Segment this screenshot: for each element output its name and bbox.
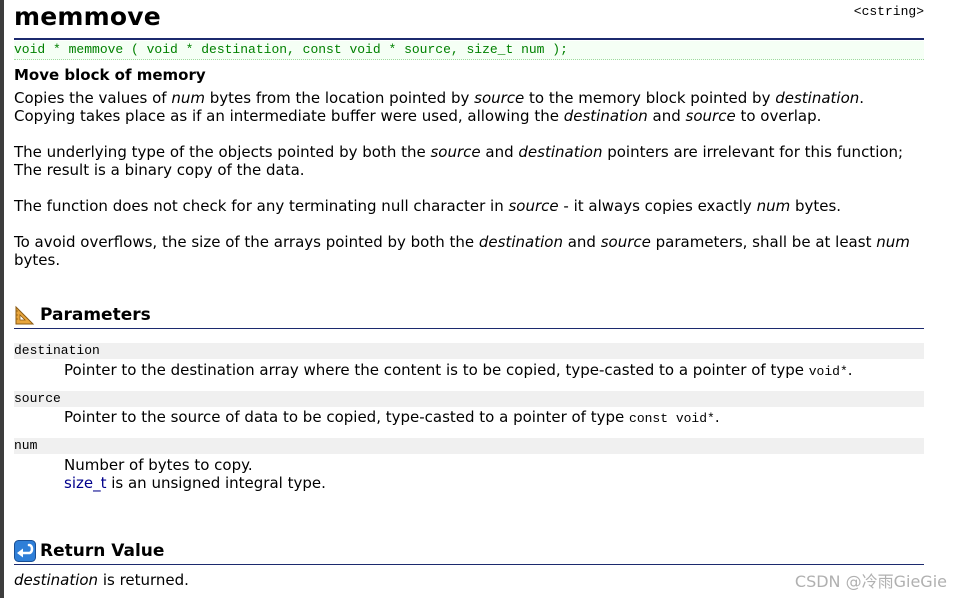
param-ref-source: source — [685, 107, 736, 125]
text: Pointer to the source of data to be copi… — [64, 408, 630, 426]
param-term-destination: destination — [14, 343, 924, 359]
return-value-heading: Return Value — [14, 540, 924, 565]
text: is an unsigned integral type. — [106, 474, 326, 492]
description-line: The underlying type of the objects point… — [14, 143, 924, 161]
description-paragraph-1: Copies the values of num bytes from the … — [14, 89, 924, 125]
param-ref-source: source — [508, 197, 559, 215]
description-line: To avoid overflows, the size of the arra… — [14, 233, 924, 251]
description-line: bytes. — [14, 251, 61, 269]
param-term-source: source — [14, 391, 924, 407]
param-ref-destination: destination — [14, 571, 99, 589]
param-term-num: num — [14, 438, 924, 454]
description-paragraph-2: The underlying type of the objects point… — [14, 143, 924, 179]
param-ref-destination: destination — [478, 233, 563, 251]
return-value-text: destination is returned. — [14, 571, 924, 589]
ruler-triangle-icon — [15, 305, 35, 325]
header-rule — [14, 38, 924, 40]
inline-code: const void* — [629, 411, 715, 426]
description-paragraph-4: To avoid overflows, the size of the arra… — [14, 233, 924, 269]
text: and — [647, 107, 686, 125]
param-ref-destination: destination — [563, 107, 648, 125]
param-desc-destination: Pointer to the destination array where t… — [64, 361, 853, 381]
text: parameters, shall be at least — [650, 233, 877, 251]
return-value-heading-text: Return Value — [40, 541, 165, 561]
text: . — [714, 408, 720, 426]
param-ref-destination: destination — [518, 143, 603, 161]
text: pointers are irrelevant for this functio… — [602, 143, 904, 161]
return-value-line: destination is returned. — [14, 571, 924, 589]
text: To avoid overflows, the size of the arra… — [14, 233, 479, 251]
param-ref-num: num — [876, 233, 910, 251]
text: bytes from the location pointed by — [204, 89, 475, 107]
param-desc-line: size_t is an unsigned integral type. — [64, 474, 326, 492]
param-ref-num: num — [171, 89, 205, 107]
text: Copying takes place as if an intermediat… — [14, 107, 564, 125]
param-desc-line: Number of bytes to copy. — [64, 456, 253, 474]
description-line: The function does not check for any term… — [14, 197, 924, 215]
param-ref-num: num — [756, 197, 791, 215]
return-arrow-icon — [14, 540, 36, 562]
text: Pointer to the destination array where t… — [64, 361, 809, 379]
function-summary: Move block of memory — [14, 66, 206, 84]
text: is returned. — [98, 571, 189, 589]
parameters-heading-text: Parameters — [40, 305, 151, 325]
param-ref-source: source — [430, 143, 481, 161]
param-ref-source: source — [600, 233, 651, 251]
text: The underlying type of the objects point… — [14, 143, 431, 161]
text: bytes. — [790, 197, 842, 215]
text: . — [859, 89, 865, 107]
text: to overlap. — [735, 107, 822, 125]
text: to the memory block pointed by — [524, 89, 776, 107]
description-line: Copying takes place as if an intermediat… — [14, 107, 924, 125]
left-border — [0, 0, 4, 598]
text: Copies the values of — [14, 89, 172, 107]
function-prototype: void * memmove ( void * destination, con… — [14, 41, 924, 60]
page-title: memmove — [14, 2, 161, 31]
text: and — [480, 143, 519, 161]
param-desc-num: Number of bytes to copy. size_t is an un… — [64, 456, 326, 492]
param-ref-source: source — [474, 89, 525, 107]
text: . — [847, 361, 853, 379]
text: The function does not check for any term… — [14, 197, 509, 215]
param-desc-source: Pointer to the source of data to be copi… — [64, 408, 720, 428]
description-paragraph-3: The function does not check for any term… — [14, 197, 924, 215]
description-line: Copies the values of num bytes from the … — [14, 89, 924, 107]
param-ref-destination: destination — [775, 89, 860, 107]
param-desc-line: Pointer to the destination array where t… — [64, 361, 853, 381]
parameters-heading: Parameters — [14, 304, 924, 329]
inline-code: void* — [808, 364, 848, 379]
param-desc-line: Pointer to the source of data to be copi… — [64, 408, 720, 428]
header-library-link[interactable]: <cstring> — [854, 4, 924, 19]
text: and — [562, 233, 601, 251]
description-line: The result is a binary copy of the data. — [14, 161, 305, 179]
text: - it always copies exactly — [558, 197, 757, 215]
watermark: CSDN @冷雨GieGie — [794, 572, 947, 591]
size-t-link[interactable]: size_t — [64, 474, 106, 492]
